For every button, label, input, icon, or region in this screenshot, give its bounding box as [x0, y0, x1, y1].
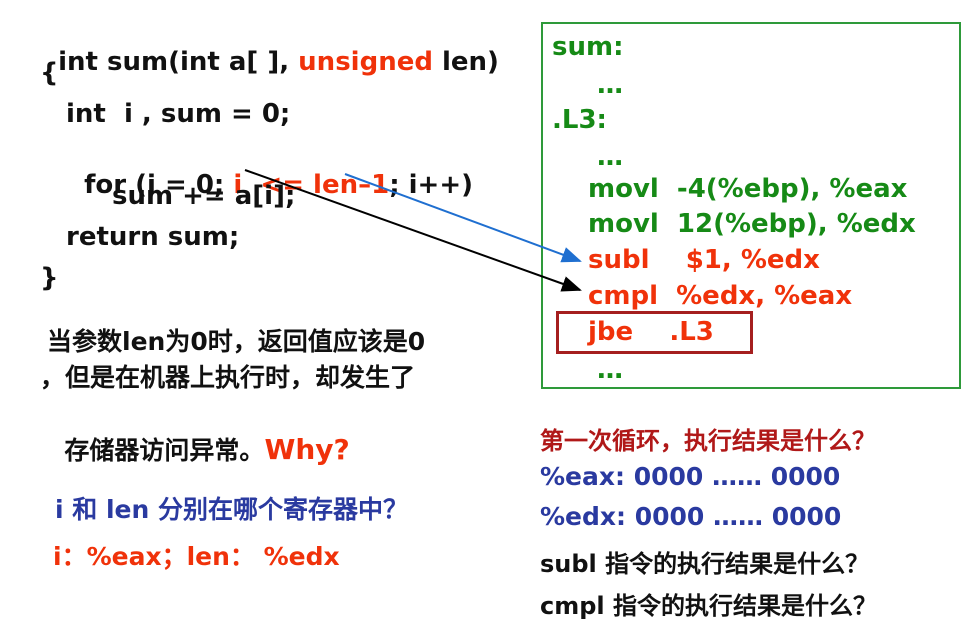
first-loop-question: 第一次循环，执行结果是什么？: [540, 427, 876, 455]
register-answer: i：%eax；len： %edx: [53, 542, 340, 571]
problem-line-3-text: 存储器访问异常。: [64, 436, 265, 465]
problem-line-2: ，但是在机器上执行时，却发生了: [40, 363, 416, 392]
problem-line-1: 当参数len为0时，返回值应该是0: [47, 327, 426, 356]
register-question: i 和 len 分别在哪个寄存器中？: [55, 495, 409, 524]
arrow-to-cmpl: [244, 169, 582, 292]
edx-value: %edx: 0000 …… 0000: [540, 502, 842, 531]
problem-line-3: 存储器访问异常。Why?: [47, 396, 350, 469]
eax-value: %eax: 0000 …… 0000: [540, 462, 841, 491]
subl-question: subl 指令的执行结果是什么？: [540, 550, 870, 578]
why-label: Why?: [264, 433, 350, 466]
cmpl-question: cmpl 指令的执行结果是什么？: [540, 592, 877, 620]
